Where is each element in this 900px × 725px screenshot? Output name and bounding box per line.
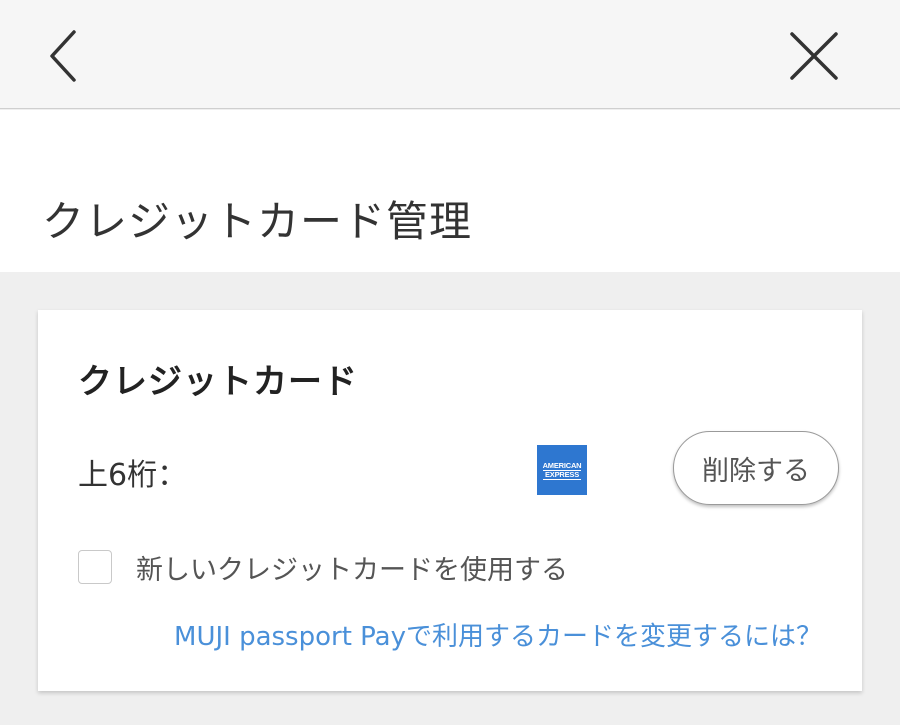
back-button[interactable]	[32, 24, 96, 88]
amex-logo-icon: AMERICAN EXPRESS	[537, 445, 587, 495]
page-title: クレジットカード管理	[42, 197, 473, 246]
card-digits-label: 上6桁：	[78, 458, 188, 493]
delete-card-button[interactable]: 削除する	[673, 431, 839, 505]
change-card-help-link[interactable]: MUJI passport Payで利用するカードを変更するには？	[174, 616, 822, 653]
section-title: クレジットカード	[78, 362, 358, 402]
amex-logo-line1: AMERICAN	[542, 460, 582, 470]
new-card-checkbox-label: 新しいクレジットカードを使用する	[136, 554, 568, 586]
top-nav-bar	[0, 0, 900, 109]
page-header: クレジットカード管理	[0, 110, 900, 272]
chevron-left-icon	[50, 30, 76, 82]
credit-card-panel: クレジットカード 上6桁： AMERICAN EXPRESS 削除する 新しいク…	[38, 310, 862, 691]
new-card-option[interactable]: 新しいクレジットカードを使用する	[78, 548, 568, 586]
amex-logo-line2: EXPRESS	[542, 469, 582, 480]
new-card-checkbox[interactable]	[78, 550, 112, 584]
close-icon	[790, 32, 838, 80]
close-button[interactable]	[782, 24, 846, 88]
